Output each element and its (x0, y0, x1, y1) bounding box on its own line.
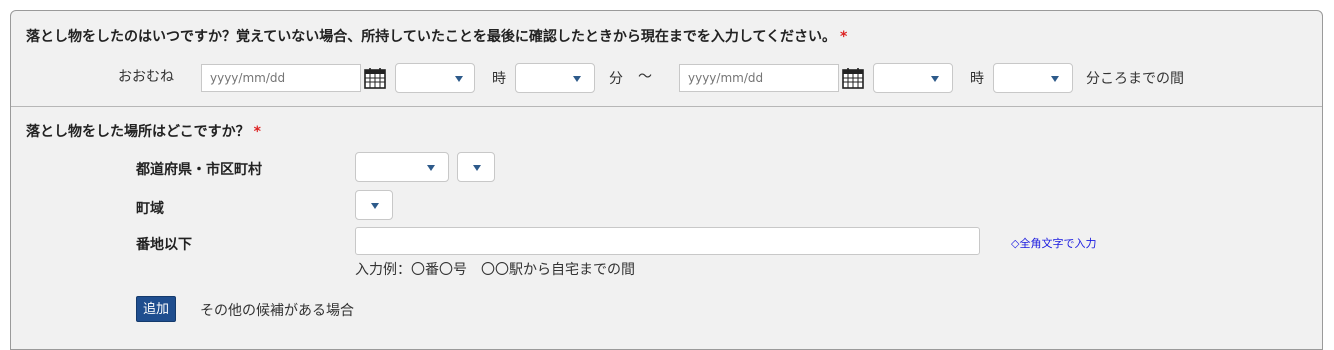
chevron-down-icon (931, 76, 939, 82)
when-question-title: 落とし物をしたのはいつですか？覚えていない場合、所持していたことを最後に確認した… (26, 26, 847, 46)
end-hour-label: 時 (970, 71, 984, 87)
start-hour-label: 時 (492, 71, 506, 87)
range-suffix: 分ころまでの間 (1086, 71, 1184, 87)
section-divider (11, 106, 1322, 107)
add-candidate-button[interactable]: 追加 (136, 296, 176, 322)
calendar-icon[interactable] (841, 66, 865, 90)
chevron-down-icon (371, 203, 379, 209)
start-date-input[interactable] (201, 64, 361, 92)
address-label: 番地以下 (136, 237, 192, 253)
prefecture-select[interactable] (355, 152, 449, 182)
end-minute-select[interactable] (993, 63, 1073, 93)
range-separator: 〜 (638, 69, 652, 85)
prefecture-city-label: 都道府県・市区町村 (136, 162, 262, 178)
add-candidate-note: その他の候補がある場合 (200, 303, 354, 319)
end-hour-select[interactable] (873, 63, 953, 93)
start-minute-select[interactable] (515, 63, 595, 93)
address-input[interactable] (355, 227, 980, 255)
chevron-down-icon (455, 76, 463, 82)
approx-prefix: おおむね (118, 69, 174, 85)
city-select[interactable] (457, 152, 495, 182)
start-minute-label: 分 (609, 71, 623, 87)
required-mark: * (840, 29, 848, 45)
when-question-text: 落とし物をしたのはいつですか？覚えていない場合、所持していたことを最後に確認した… (26, 29, 837, 45)
start-hour-select[interactable] (395, 63, 475, 93)
where-question-title: 落とし物をした場所はどこですか？ * (26, 121, 261, 141)
chevron-down-icon (473, 165, 481, 171)
end-date-input[interactable] (679, 64, 839, 92)
lost-item-form: 落とし物をしたのはいつですか？覚えていない場合、所持していたことを最後に確認した… (10, 10, 1323, 350)
where-question-text: 落とし物をした場所はどこですか？ (26, 124, 250, 140)
chevron-down-icon (427, 165, 435, 171)
town-select[interactable] (355, 190, 393, 220)
required-mark: * (253, 124, 261, 140)
chevron-down-icon (573, 76, 581, 82)
full-width-hint: ◇全角文字で入力 (1011, 237, 1097, 250)
town-label: 町域 (136, 201, 164, 217)
calendar-icon[interactable] (363, 66, 387, 90)
address-example: 入力例：〇番〇号 〇〇駅から自宅までの間 (355, 262, 635, 278)
chevron-down-icon (1051, 76, 1059, 82)
